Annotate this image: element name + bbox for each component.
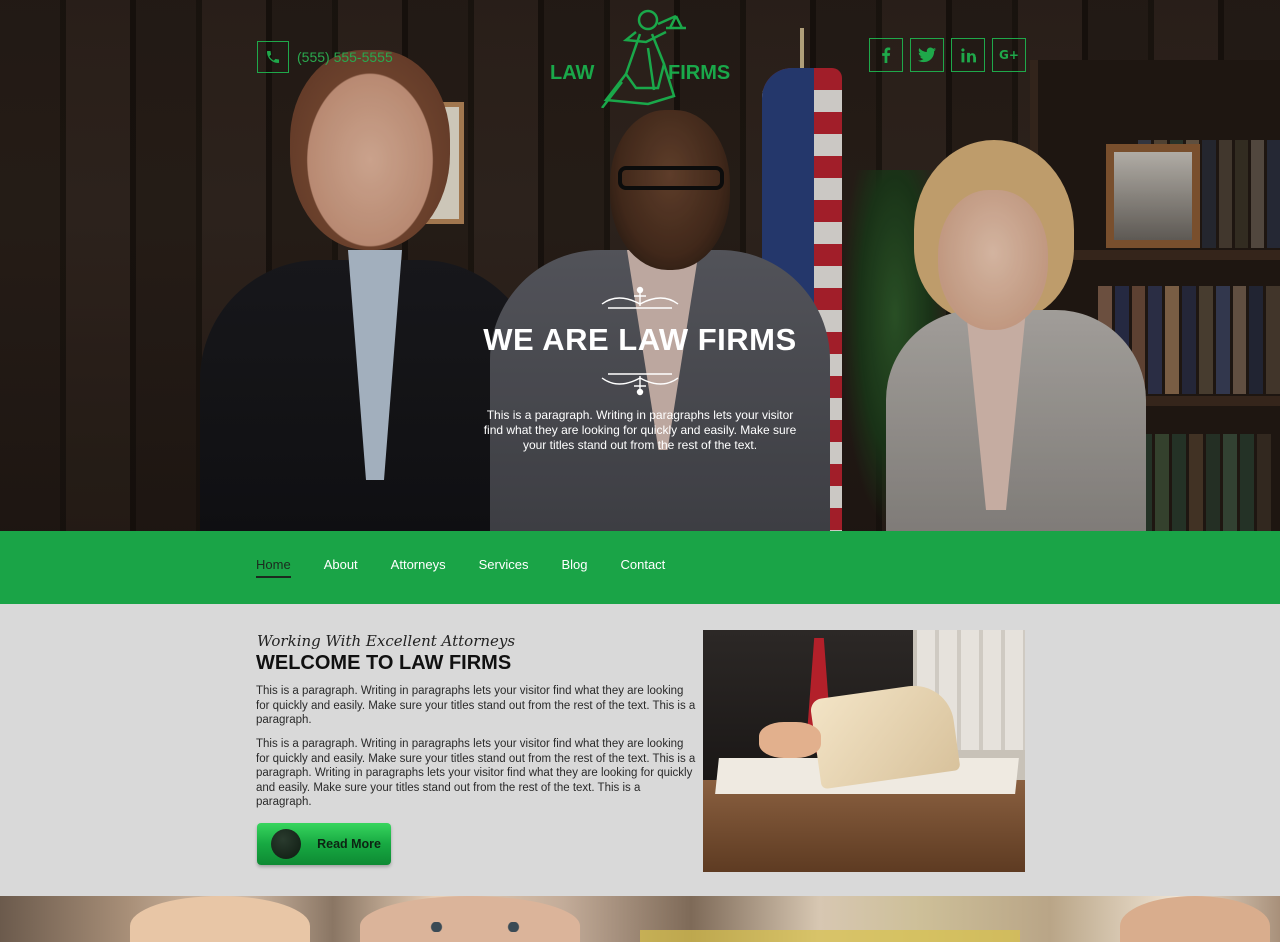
- welcome-section: Working With Excellent Attorneys WELCOME…: [0, 604, 1280, 896]
- social-links: G+: [869, 38, 1026, 72]
- read-more-label: Read More: [317, 837, 381, 851]
- nav-item-blog[interactable]: Blog: [561, 557, 587, 578]
- nav-item-services[interactable]: Services: [479, 557, 529, 578]
- law-firms-logo[interactable]: LAW FIRMS: [548, 4, 732, 108]
- hero-paragraph: This is a paragraph. Writing in paragrap…: [483, 408, 797, 452]
- nav-item-attorneys[interactable]: Attorneys: [391, 557, 446, 578]
- team-photo-strip: [0, 896, 1280, 942]
- nav-item-contact[interactable]: Contact: [620, 557, 665, 578]
- lawyer-reading-photo: [703, 630, 1025, 872]
- twitter-icon[interactable]: [910, 38, 944, 72]
- ornament-bottom-icon: [601, 373, 679, 396]
- phone-contact[interactable]: (555) 555-5555: [257, 41, 393, 73]
- google-plus-icon[interactable]: G+: [992, 38, 1026, 72]
- welcome-subtitle: Working With Excellent Attorneys: [257, 632, 516, 650]
- phone-number[interactable]: (555) 555-5555: [297, 49, 393, 65]
- read-more-button[interactable]: Read More: [257, 823, 391, 865]
- welcome-paragraph-2: This is a paragraph. Writing in paragrap…: [256, 738, 696, 809]
- hero-banner: (555) 555-5555 LAW FIRMS G+ WE ARE LAW F…: [0, 0, 1280, 531]
- welcome-paragraph-1: This is a paragraph. Writing in paragrap…: [256, 685, 696, 727]
- lady-justice-icon: [601, 9, 686, 108]
- phone-icon: [257, 41, 289, 73]
- facebook-icon[interactable]: [869, 38, 903, 72]
- nav-menu: Home About Attorneys Services Blog Conta…: [256, 557, 665, 578]
- hero-title: WE ARE LAW FIRMS: [483, 322, 797, 357]
- main-navigation: Home About Attorneys Services Blog Conta…: [0, 531, 1280, 604]
- nav-item-home[interactable]: Home: [256, 557, 291, 578]
- welcome-title: WELCOME TO LAW FIRMS: [256, 652, 512, 674]
- gavel-icon: [271, 829, 301, 859]
- nav-item-about[interactable]: About: [324, 557, 358, 578]
- logo-text-left: LAW: [550, 62, 595, 84]
- logo-text-right: FIRMS: [668, 62, 731, 84]
- ornament-top-icon: [601, 286, 679, 309]
- linkedin-icon[interactable]: [951, 38, 985, 72]
